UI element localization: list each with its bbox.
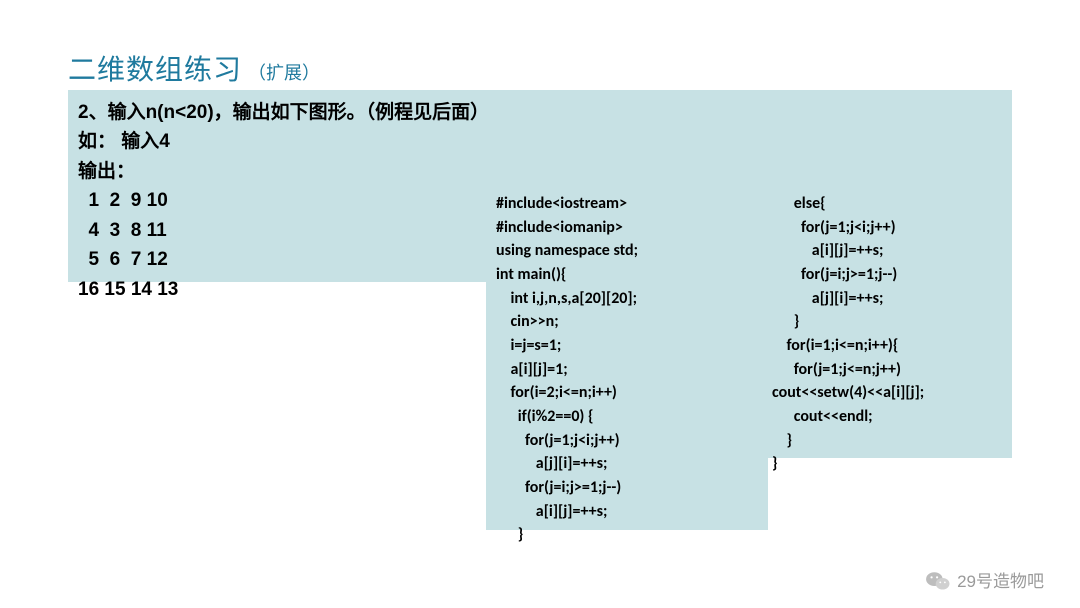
problem-line: 2、输入n(n<20)，输出如下图形。（例程见后面） (78, 98, 1002, 127)
code-line: a[i][j]=++s; (496, 500, 758, 524)
code-line: for(j=1;j<i;j++) (772, 216, 1008, 240)
code-line: } (496, 523, 758, 547)
problem-line: 如： 输入4 (78, 127, 1002, 156)
code-block-right: else{ for(j=1;j<i;j++) a[i][j]=++s; for(… (768, 188, 1012, 458)
code-line: } (772, 452, 1008, 476)
code-line: for(i=1;i<=n;i++){ (772, 334, 1008, 358)
code-line: a[j][i]=++s; (772, 287, 1008, 311)
code-line: a[j][i]=++s; (496, 452, 758, 476)
code-line: using namespace std; (496, 239, 758, 263)
code-line: cout<<endl; (772, 405, 1008, 429)
slide-title: 二维数组练习 （扩展） (68, 48, 320, 88)
attribution-text: 29号造物吧 (957, 567, 1044, 592)
code-line: a[i][j]=1; (496, 358, 758, 382)
code-line: #include<iostream> (496, 192, 758, 216)
title-sub: （扩展） (248, 59, 320, 85)
attribution: 29号造物吧 (925, 567, 1044, 592)
code-line: int main(){ (496, 263, 758, 287)
code-line: for(j=1;j<i;j++) (496, 429, 758, 453)
code-line: #include<iomanip> (496, 216, 758, 240)
code-line: cout<<setw(4)<<a[i][j]; (772, 381, 1008, 405)
code-line: for(j=i;j>=1;j--) (496, 476, 758, 500)
code-line: if(i%2==0) { (496, 405, 758, 429)
code-line: a[i][j]=++s; (772, 239, 1008, 263)
code-line: } (772, 429, 1008, 453)
problem-line: 输出： (78, 157, 1002, 186)
code-line: else{ (772, 192, 1008, 216)
code-block-left: #include<iostream> #include<iomanip> usi… (486, 188, 768, 530)
code-line: i=j=s=1; (496, 334, 758, 358)
code-line: for(j=1;j<=n;j++) (772, 358, 1008, 382)
code-line: for(j=i;j>=1;j--) (772, 263, 1008, 287)
code-line: } (772, 310, 1008, 334)
code-line: cin>>n; (496, 310, 758, 334)
wechat-icon (925, 570, 949, 590)
title-main: 二维数组练习 (68, 48, 242, 88)
code-line: int i,j,n,s,a[20][20]; (496, 287, 758, 311)
code-line: for(i=2;i<=n;i++) (496, 381, 758, 405)
